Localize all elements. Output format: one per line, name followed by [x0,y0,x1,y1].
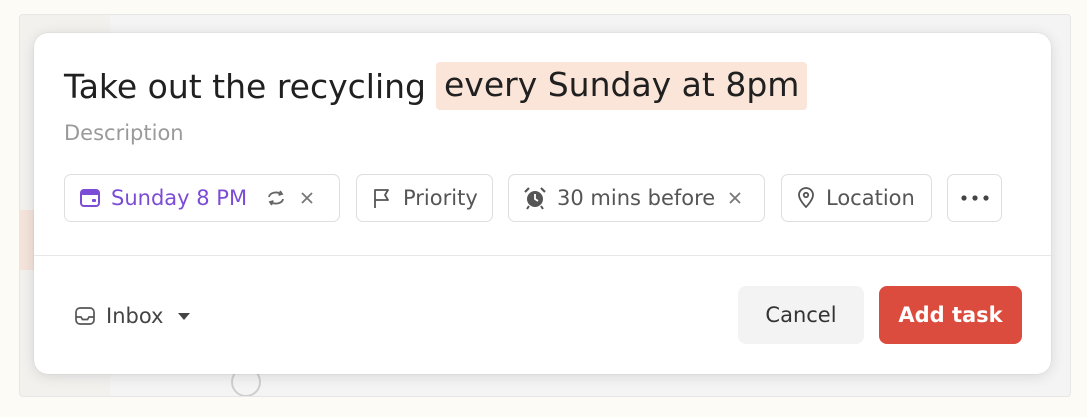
calendar-icon [79,187,101,209]
task-name-text: Take out the recycling [64,66,426,106]
flag-icon [371,187,393,209]
remove-reminder-icon[interactable] [727,190,743,206]
backdrop-selected-tint [20,210,34,270]
location-label: Location [826,186,915,210]
project-label: Inbox [106,304,164,328]
due-date-label: Sunday 8 PM [111,186,248,210]
reminder-chip[interactable]: 30 mins before [508,174,765,222]
parsed-date-highlight: every Sunday at 8pm [436,62,808,110]
task-name-input[interactable]: Take out the recycling every Sunday at 8… [64,61,808,111]
priority-chip[interactable]: Priority [356,174,493,222]
location-chip[interactable]: Location [781,174,932,222]
add-task-button[interactable]: Add task [879,286,1022,344]
quick-add-task-dialog: Take out the recycling every Sunday at 8… [34,33,1051,374]
cancel-button[interactable]: Cancel [738,286,864,344]
more-options-button[interactable] [947,174,1002,222]
project-selector[interactable]: Inbox [74,299,191,333]
chevron-down-icon [177,311,191,321]
priority-label: Priority [403,186,478,210]
due-date-chip[interactable]: Sunday 8 PM [64,174,340,222]
alarm-clock-icon [523,186,547,210]
remove-date-icon[interactable] [299,190,315,206]
inbox-icon [74,305,96,327]
repeat-icon [265,188,287,208]
reminder-label: 30 mins before [557,186,716,210]
more-horizontal-icon [960,194,990,202]
dialog-divider [34,255,1051,256]
description-input[interactable]: Description [64,121,184,145]
map-pin-icon [796,187,816,209]
